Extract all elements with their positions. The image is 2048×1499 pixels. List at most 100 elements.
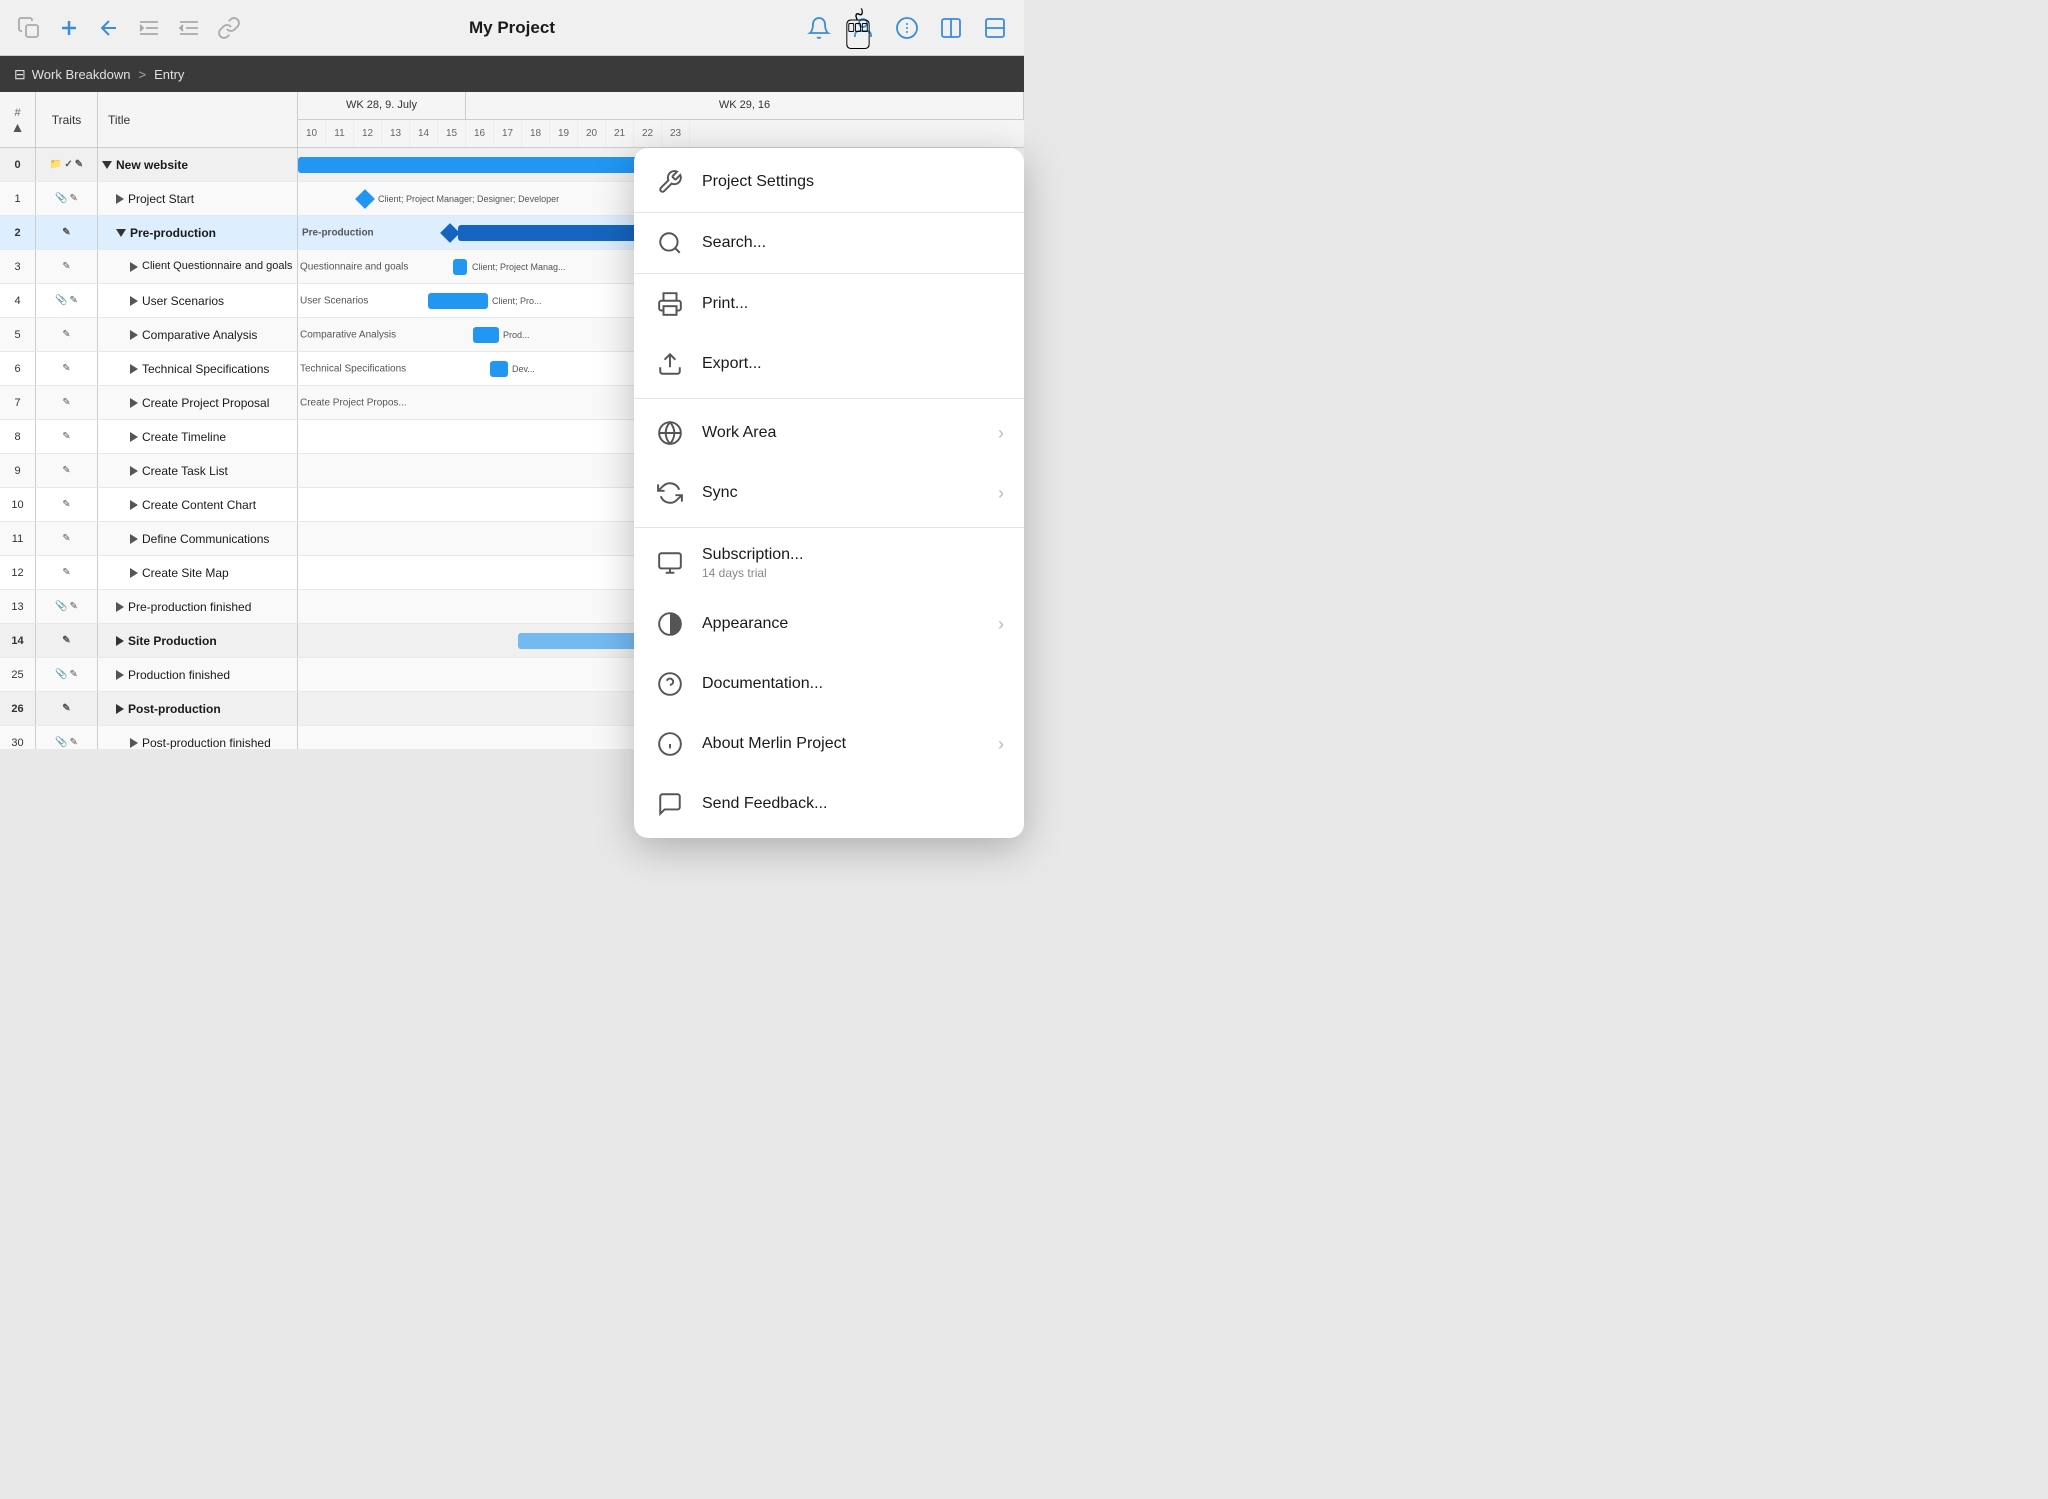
breadcrumb-section[interactable]: Work Breakdown: [32, 67, 131, 82]
triangle-down-icon: [102, 161, 112, 169]
split-horizontal-icon[interactable]: [982, 15, 1008, 41]
gantt-label: Questionnaire and goals: [300, 261, 408, 272]
gantt-bar: [298, 157, 638, 173]
menu-item-search[interactable]: Search...: [634, 213, 1024, 273]
cell-traits: 📎✎: [36, 284, 98, 317]
cell-traits: ✎: [36, 624, 98, 657]
toolbar-right: 🖱: [512, 15, 1008, 41]
day-10: 10: [298, 120, 326, 147]
menu-item-title: Documentation...: [702, 675, 1004, 693]
cell-title: User Scenarios: [98, 284, 298, 317]
cell-title: Project Start: [98, 182, 298, 215]
triangle-right-icon: [130, 330, 138, 340]
chevron-right-icon: ›: [998, 483, 1004, 504]
cell-title: Pre-production: [98, 216, 298, 249]
triangle-right-icon: [116, 194, 124, 204]
menu-item-text: Print...: [702, 295, 1004, 313]
menu-item-work-area[interactable]: Work Area ›: [634, 403, 1024, 463]
menu-item-text: Export...: [702, 355, 1004, 373]
menu-item-documentation[interactable]: Documentation...: [634, 654, 1024, 714]
cell-num: 6: [0, 352, 36, 385]
speech-icon: [654, 788, 686, 820]
day-19: 19: [550, 120, 578, 147]
gantt-resource-label: Client; Pro...: [492, 296, 542, 306]
notification-icon[interactable]: [806, 15, 832, 41]
menu-item-title: Search...: [702, 234, 1004, 252]
gantt-resource-label: Prod...: [503, 330, 530, 340]
triangle-right-icon: [130, 466, 138, 476]
toolbar: My Project 🖱: [0, 0, 1024, 56]
table-header: # ▲ Traits Title WK 28, 9. July WK 29, 1…: [0, 92, 1024, 148]
day-16: 16: [466, 120, 494, 147]
cell-title: Create Project Proposal: [98, 386, 298, 419]
cell-title: Create Task List: [98, 454, 298, 487]
page-title: My Project: [469, 18, 555, 38]
split-vertical-icon[interactable]: [938, 15, 964, 41]
cell-title: Create Site Map: [98, 556, 298, 589]
gantt-resource-label: Dev...: [512, 364, 535, 374]
cell-num: 26: [0, 692, 36, 725]
subscription-icon: [654, 547, 686, 579]
menu-item-title: Work Area: [702, 424, 982, 442]
indent-in-icon[interactable]: [136, 15, 162, 41]
menu-item-subscription[interactable]: Subscription... 14 days trial: [634, 532, 1024, 594]
cell-num: 12: [0, 556, 36, 589]
cell-title: Pre-production finished: [98, 590, 298, 623]
more-icon[interactable]: [894, 15, 920, 41]
menu-item-print[interactable]: Print...: [634, 274, 1024, 334]
cell-title: Technical Specifications: [98, 352, 298, 385]
menu-item-text: About Merlin Project: [702, 735, 982, 753]
gantt-bar: [490, 361, 508, 377]
cell-num: 4: [0, 284, 36, 317]
col-header-traits: Traits: [36, 92, 98, 147]
link-icon[interactable]: [216, 15, 242, 41]
triangle-right-icon: [130, 296, 138, 306]
triangle-right-icon: [130, 568, 138, 578]
gantt-label: Create Project Propos...: [300, 397, 407, 408]
main-content: # ▲ Traits Title WK 28, 9. July WK 29, 1…: [0, 92, 1024, 749]
cell-num: 7: [0, 386, 36, 419]
cell-title: Create Content Chart: [98, 488, 298, 521]
cell-title: Production finished: [98, 658, 298, 691]
back-icon[interactable]: [96, 15, 122, 41]
cell-num: 25: [0, 658, 36, 691]
cell-traits: ✎: [36, 522, 98, 555]
menu-item-title: Appearance: [702, 615, 982, 633]
menu-item-text: Documentation...: [702, 675, 1004, 693]
triangle-right-icon: [130, 262, 138, 272]
add-icon[interactable]: [56, 15, 82, 41]
cell-num: 2: [0, 216, 36, 249]
info-icon: [654, 728, 686, 760]
toolbar-left: [16, 15, 512, 41]
day-23: 23: [662, 120, 690, 147]
cell-traits: ✎: [36, 420, 98, 453]
menu-item-sync[interactable]: Sync ›: [634, 463, 1024, 523]
dropdown-menu: Project Settings Search...: [634, 148, 1024, 838]
menu-item-feedback[interactable]: Send Feedback...: [634, 774, 1024, 834]
day-22: 22: [634, 120, 662, 147]
cell-title: Client Questionnaire and goals: [98, 250, 298, 283]
menu-item-export[interactable]: Export...: [634, 334, 1024, 394]
cell-num: 8: [0, 420, 36, 453]
gantt-resource-label: Client; Project Manager; Designer; Devel…: [378, 194, 559, 204]
menu-item-text: Appearance: [702, 615, 982, 633]
search-icon: [654, 227, 686, 259]
cell-num: 30: [0, 726, 36, 749]
triangle-down-icon: [116, 229, 126, 237]
indent-out-icon[interactable]: [176, 15, 202, 41]
cell-num: 1: [0, 182, 36, 215]
menu-item-text: Project Settings: [702, 173, 1004, 191]
gantt-bar: [453, 259, 467, 275]
day-13: 13: [382, 120, 410, 147]
menu-item-title: About Merlin Project: [702, 735, 982, 753]
cell-title: Site Production: [98, 624, 298, 657]
gantt-header-weeks: WK 28, 9. July WK 29, 16 10 11 12 13 14 …: [298, 92, 1024, 147]
menu-item-project-settings[interactable]: Project Settings: [634, 152, 1024, 212]
menu-item-appearance[interactable]: Appearance ›: [634, 594, 1024, 654]
gantt-label: Pre-production: [302, 227, 374, 238]
menu-item-about[interactable]: About Merlin Project ›: [634, 714, 1024, 774]
breadcrumb: ⊟ Work Breakdown > Entry: [0, 56, 1024, 92]
menu-section-3: Subscription... 14 days trial Appearance: [634, 528, 1024, 838]
menu-item-subtitle: 14 days trial: [702, 566, 1004, 580]
copy-icon[interactable]: [16, 15, 42, 41]
